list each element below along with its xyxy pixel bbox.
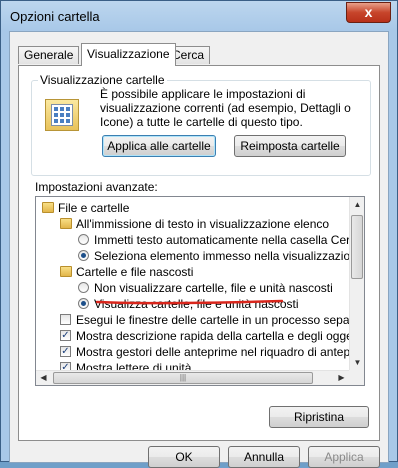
cancel-button[interactable]: Annulla [228,446,300,468]
tab-generale[interactable]: Generale [18,46,80,64]
reset-folders-button[interactable]: Reimposta cartelle [234,135,346,157]
radio-button[interactable] [78,298,89,309]
ok-button[interactable]: OK [148,446,220,468]
scroll-up-icon[interactable]: ▲ [350,197,364,212]
folder-view-icon [45,99,79,131]
scroll-corner [349,370,364,385]
checkbox[interactable]: ✓ [60,330,71,341]
horizontal-scroll-thumb[interactable]: ||| [53,372,313,384]
apply-button[interactable]: Applica [308,446,380,468]
folder-view-group: Visualizzazione cartelle È possibile app… [31,73,371,176]
horizontal-scrollbar[interactable]: ◀ ||| ▶ [36,370,349,385]
restore-defaults-button[interactable]: Ripristina [269,406,369,428]
title-bar[interactable]: Opzioni cartella x [1,1,397,31]
folder-view-description: È possibile applicare le impostazioni di… [100,87,351,129]
radio-button[interactable] [78,282,89,293]
apply-to-folders-button[interactable]: Applica alle cartelle [102,135,216,157]
folder-icon [42,202,54,213]
close-icon: x [364,4,373,20]
window-title: Opzioni cartella [10,9,100,24]
vertical-scrollbar[interactable]: ▲ ▼ [349,197,364,370]
checkbox[interactable]: ✓ [60,346,71,357]
advanced-settings-label: Impostazioni avanzate: [35,180,158,194]
close-button[interactable]: x [346,2,391,23]
vertical-scroll-thumb[interactable] [351,215,363,279]
advanced-settings-list[interactable]: File e cartelle All'immissione di testo … [35,196,365,386]
folder-options-window: Opzioni cartella x Generale Visualizzazi… [0,0,398,468]
dialog-client: Generale Visualizzazione Cerca Visualizz… [9,31,389,468]
scroll-right-icon[interactable]: ▶ [334,371,349,385]
scroll-down-icon[interactable]: ▼ [350,355,364,370]
folder-view-legend: Visualizzazione cartelle [38,73,167,87]
scroll-left-icon[interactable]: ◀ [36,371,51,385]
folder-icon [60,266,72,277]
checkbox[interactable] [60,314,71,325]
radio-button[interactable] [78,250,89,261]
tab-visualizzazione[interactable]: Visualizzazione [81,43,176,66]
radio-button[interactable] [78,234,89,245]
view-tab-panel: Visualizzazione cartelle È possibile app… [18,65,380,441]
red-annotation-underline [96,299,283,305]
folder-icon [60,218,72,229]
